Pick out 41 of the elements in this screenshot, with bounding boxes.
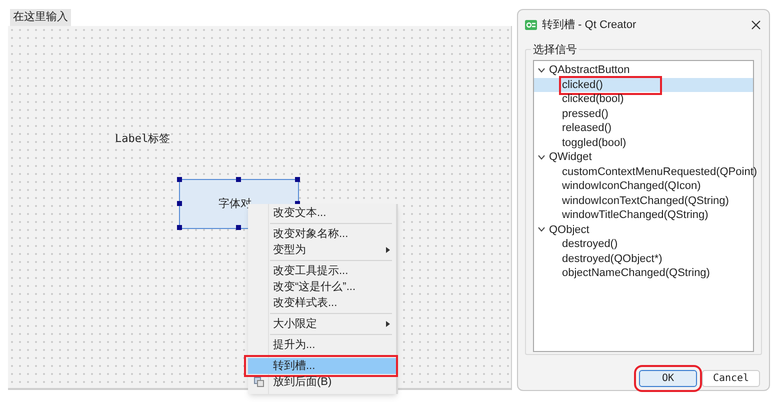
tree-item[interactable]: objectNameChanged(QString)	[534, 266, 753, 280]
tree-node[interactable]: QAbstractButton	[534, 63, 753, 78]
tree-item[interactable]: clicked(bool)	[534, 92, 753, 106]
app-logo-icon	[525, 20, 537, 30]
menu-item[interactable]: 改变对象名称...	[248, 226, 396, 242]
resize-handle[interactable]	[177, 225, 182, 230]
tree-item[interactable]: windowIconTextChanged(QString)	[534, 194, 753, 208]
tree-item[interactable]: windowIconChanged(QIcon)	[534, 179, 753, 194]
layers-icon	[254, 377, 264, 387]
tree-item[interactable]: windowTitleChanged(QString)	[534, 208, 753, 222]
menu-item[interactable]: 提升为...	[248, 337, 396, 353]
submenu-arrow-icon	[386, 321, 390, 327]
tree-item[interactable]: clicked()	[534, 78, 753, 92]
tree-item[interactable]: pressed()	[534, 106, 753, 121]
tree-item[interactable]: released()	[534, 121, 753, 136]
chevron-down-icon[interactable]	[538, 227, 545, 232]
menu-item[interactable]: 放到后面(B)	[248, 374, 396, 390]
designer-tab[interactable]: 在这里输入	[10, 9, 71, 26]
chevron-down-icon[interactable]	[538, 68, 545, 73]
tree-node[interactable]: QWidget	[534, 150, 753, 164]
resize-handle[interactable]	[236, 225, 241, 230]
tree-item[interactable]: destroyed()	[534, 237, 753, 252]
dialog-button[interactable]: Cancel	[702, 370, 760, 387]
tree-item[interactable]: destroyed(QObject*)	[534, 252, 753, 266]
submenu-arrow-icon	[386, 247, 390, 253]
tree-node[interactable]: QObject	[534, 222, 753, 237]
close-icon[interactable]	[751, 20, 761, 30]
menu-item[interactable]: 大小限定	[248, 316, 396, 332]
menu-item[interactable]: 变型为	[248, 242, 396, 258]
resize-handle[interactable]	[295, 177, 300, 182]
resize-handle[interactable]	[236, 177, 241, 182]
menu-item[interactable]: 改变样式表...	[248, 295, 396, 311]
form-label: Label标签	[115, 131, 170, 147]
resize-handle[interactable]	[177, 201, 182, 206]
tree-item[interactable]: toggled(bool)	[534, 136, 753, 150]
menu-item[interactable]: 改变工具提示...	[248, 263, 396, 279]
menu-item[interactable]: 转到槽...	[248, 358, 396, 374]
resize-handle[interactable]	[177, 177, 182, 182]
window-title: 转到槽 - Qt Creator	[542, 18, 636, 33]
menu-item[interactable]: 改变“这是什么”...	[248, 279, 396, 295]
chevron-down-icon[interactable]	[538, 154, 545, 160]
